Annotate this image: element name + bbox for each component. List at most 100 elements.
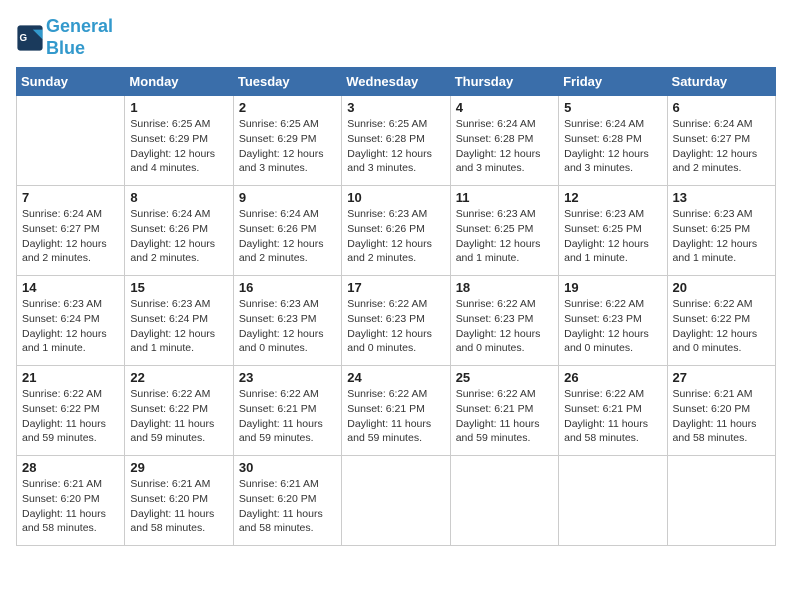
day-info: Sunrise: 6:21 AMSunset: 6:20 PMDaylight:… <box>130 477 227 536</box>
day-info: Sunrise: 6:22 AMSunset: 6:23 PMDaylight:… <box>564 297 661 356</box>
calendar-week: 21Sunrise: 6:22 AMSunset: 6:22 PMDayligh… <box>17 366 776 456</box>
calendar-header: SundayMondayTuesdayWednesdayThursdayFrid… <box>17 68 776 96</box>
calendar-cell: 22Sunrise: 6:22 AMSunset: 6:22 PMDayligh… <box>125 366 233 456</box>
day-info: Sunrise: 6:23 AMSunset: 6:25 PMDaylight:… <box>456 207 553 266</box>
calendar-cell: 8 Sunrise: 6:24 AMSunset: 6:26 PMDaylight… <box>125 186 233 276</box>
calendar-week: 28 Sunrise: 6:21 AMSunset: 6:20 PMDayligh… <box>17 456 776 546</box>
page-header: G GeneralBlue <box>16 16 776 59</box>
calendar-table: SundayMondayTuesdayWednesdayThursdayFrid… <box>16 67 776 546</box>
calendar-cell: 29 Sunrise: 6:21 AMSunset: 6:20 PMDayligh… <box>125 456 233 546</box>
day-number: 12 <box>564 190 661 205</box>
day-number: 14 <box>22 280 119 295</box>
calendar-week: 7Sunrise: 6:24 AMSunset: 6:27 PMDaylight… <box>17 186 776 276</box>
day-info: Sunrise: 6:22 AMSunset: 6:23 PMDaylight:… <box>347 297 444 356</box>
day-number: 7 <box>22 190 119 205</box>
logo-icon: G <box>16 24 44 52</box>
day-info: Sunrise: 6:25 AMSunset: 6:29 PMDaylight:… <box>239 117 336 176</box>
calendar-week: 14 Sunrise: 6:23 AMSunset: 6:24 PMDayligh… <box>17 276 776 366</box>
day-number: 23 <box>239 370 336 385</box>
day-number: 26 <box>564 370 661 385</box>
calendar-cell: 23Sunrise: 6:22 AMSunset: 6:21 PMDayligh… <box>233 366 341 456</box>
day-info: Sunrise: 6:23 AMSunset: 6:23 PMDaylight:… <box>239 297 336 356</box>
day-number: 9 <box>239 190 336 205</box>
day-info: Sunrise: 6:24 AMSunset: 6:27 PMDaylight:… <box>673 117 770 176</box>
weekday-header: Thursday <box>450 68 558 96</box>
day-number: 1 <box>130 100 227 115</box>
day-number: 28 <box>22 460 119 475</box>
calendar-cell: 16 Sunrise: 6:23 AMSunset: 6:23 PMDayligh… <box>233 276 341 366</box>
day-info: Sunrise: 6:23 AMSunset: 6:24 PMDaylight:… <box>130 297 227 356</box>
day-number: 20 <box>673 280 770 295</box>
calendar-week: 1 Sunrise: 6:25 AMSunset: 6:29 PMDaylight… <box>17 96 776 186</box>
weekday-header: Saturday <box>667 68 775 96</box>
day-info: Sunrise: 6:24 AMSunset: 6:26 PMDaylight:… <box>239 207 336 266</box>
day-info: Sunrise: 6:25 AMSunset: 6:29 PMDaylight:… <box>130 117 227 176</box>
calendar-cell: 25 Sunrise: 6:22 AMSunset: 6:21 PMDayligh… <box>450 366 558 456</box>
day-number: 10 <box>347 190 444 205</box>
calendar-cell: 2 Sunrise: 6:25 AMSunset: 6:29 PMDaylight… <box>233 96 341 186</box>
day-info: Sunrise: 6:22 AMSunset: 6:22 PMDaylight:… <box>673 297 770 356</box>
day-info: Sunrise: 6:21 AMSunset: 6:20 PMDaylight:… <box>673 387 770 446</box>
day-number: 6 <box>673 100 770 115</box>
weekday-header: Sunday <box>17 68 125 96</box>
day-info: Sunrise: 6:21 AMSunset: 6:20 PMDaylight:… <box>239 477 336 536</box>
day-number: 15 <box>130 280 227 295</box>
calendar-cell: 30 Sunrise: 6:21 AMSunset: 6:20 PMDayligh… <box>233 456 341 546</box>
svg-text:G: G <box>20 32 28 43</box>
day-number: 16 <box>239 280 336 295</box>
calendar-cell: 28 Sunrise: 6:21 AMSunset: 6:20 PMDayligh… <box>17 456 125 546</box>
day-info: Sunrise: 6:23 AMSunset: 6:24 PMDaylight:… <box>22 297 119 356</box>
calendar-cell: 27 Sunrise: 6:21 AMSunset: 6:20 PMDayligh… <box>667 366 775 456</box>
calendar-cell <box>667 456 775 546</box>
calendar-cell: 19 Sunrise: 6:22 AMSunset: 6:23 PMDayligh… <box>559 276 667 366</box>
day-number: 3 <box>347 100 444 115</box>
day-number: 13 <box>673 190 770 205</box>
calendar-cell <box>17 96 125 186</box>
day-info: Sunrise: 6:23 AMSunset: 6:26 PMDaylight:… <box>347 207 444 266</box>
calendar-cell: 6 Sunrise: 6:24 AMSunset: 6:27 PMDaylight… <box>667 96 775 186</box>
calendar-cell: 26 Sunrise: 6:22 AMSunset: 6:21 PMDayligh… <box>559 366 667 456</box>
day-info: Sunrise: 6:22 AMSunset: 6:21 PMDaylight:… <box>456 387 553 446</box>
weekday-header: Tuesday <box>233 68 341 96</box>
day-info: Sunrise: 6:24 AMSunset: 6:28 PMDaylight:… <box>456 117 553 176</box>
calendar-cell: 12 Sunrise: 6:23 AMSunset: 6:25 PMDayligh… <box>559 186 667 276</box>
day-info: Sunrise: 6:24 AMSunset: 6:26 PMDaylight:… <box>130 207 227 266</box>
weekday-header: Friday <box>559 68 667 96</box>
calendar-cell: 11 Sunrise: 6:23 AMSunset: 6:25 PMDayligh… <box>450 186 558 276</box>
day-info: Sunrise: 6:22 AMSunset: 6:23 PMDaylight:… <box>456 297 553 356</box>
calendar-cell: 17Sunrise: 6:22 AMSunset: 6:23 PMDayligh… <box>342 276 450 366</box>
day-number: 5 <box>564 100 661 115</box>
day-number: 8 <box>130 190 227 205</box>
day-number: 2 <box>239 100 336 115</box>
calendar-cell <box>559 456 667 546</box>
day-info: Sunrise: 6:23 AMSunset: 6:25 PMDaylight:… <box>673 207 770 266</box>
day-info: Sunrise: 6:21 AMSunset: 6:20 PMDaylight:… <box>22 477 119 536</box>
calendar-cell: 9 Sunrise: 6:24 AMSunset: 6:26 PMDaylight… <box>233 186 341 276</box>
logo-text: GeneralBlue <box>46 16 113 59</box>
calendar-cell: 3 Sunrise: 6:25 AMSunset: 6:28 PMDaylight… <box>342 96 450 186</box>
day-info: Sunrise: 6:23 AMSunset: 6:25 PMDaylight:… <box>564 207 661 266</box>
calendar-cell: 13 Sunrise: 6:23 AMSunset: 6:25 PMDayligh… <box>667 186 775 276</box>
day-number: 4 <box>456 100 553 115</box>
day-number: 30 <box>239 460 336 475</box>
calendar-cell: 7Sunrise: 6:24 AMSunset: 6:27 PMDaylight… <box>17 186 125 276</box>
day-info: Sunrise: 6:22 AMSunset: 6:22 PMDaylight:… <box>22 387 119 446</box>
calendar-cell: 24 Sunrise: 6:22 AMSunset: 6:21 PMDayligh… <box>342 366 450 456</box>
day-number: 24 <box>347 370 444 385</box>
weekday-header: Monday <box>125 68 233 96</box>
day-info: Sunrise: 6:22 AMSunset: 6:22 PMDaylight:… <box>130 387 227 446</box>
day-number: 29 <box>130 460 227 475</box>
day-info: Sunrise: 6:25 AMSunset: 6:28 PMDaylight:… <box>347 117 444 176</box>
day-number: 11 <box>456 190 553 205</box>
day-number: 18 <box>456 280 553 295</box>
calendar-cell: 5Sunrise: 6:24 AMSunset: 6:28 PMDaylight… <box>559 96 667 186</box>
day-info: Sunrise: 6:22 AMSunset: 6:21 PMDaylight:… <box>347 387 444 446</box>
day-number: 27 <box>673 370 770 385</box>
calendar-cell: 18 Sunrise: 6:22 AMSunset: 6:23 PMDayligh… <box>450 276 558 366</box>
day-number: 25 <box>456 370 553 385</box>
day-info: Sunrise: 6:22 AMSunset: 6:21 PMDaylight:… <box>564 387 661 446</box>
day-number: 19 <box>564 280 661 295</box>
calendar-cell: 4 Sunrise: 6:24 AMSunset: 6:28 PMDaylight… <box>450 96 558 186</box>
weekday-header: Wednesday <box>342 68 450 96</box>
logo: G GeneralBlue <box>16 16 113 59</box>
